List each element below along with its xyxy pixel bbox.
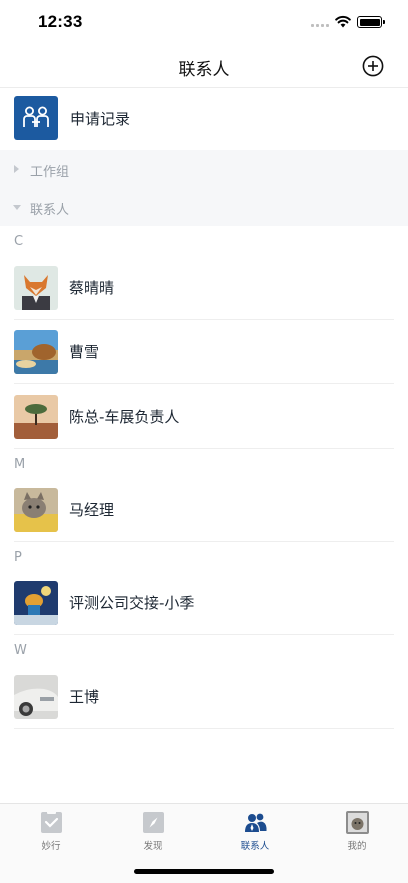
tab-label: 我的 — [347, 841, 367, 852]
avatar — [14, 488, 58, 532]
tab-contacts[interactable]: 联系人 — [204, 804, 306, 854]
contact-row[interactable]: 王博 — [0, 665, 408, 729]
wifi-icon — [335, 15, 351, 28]
contact-name: 评测公司交接-小季 — [69, 594, 195, 612]
group-row-contacts[interactable]: 联系人 — [0, 188, 408, 226]
section-letter: P — [14, 550, 22, 565]
contacts-icon — [245, 813, 267, 832]
page-title: 联系人 — [178, 60, 230, 80]
contact-row[interactable]: 曹雪 — [0, 320, 408, 384]
contact-row[interactable]: 马经理 — [0, 478, 408, 542]
contact-name: 马经理 — [69, 501, 115, 519]
avatar — [14, 266, 58, 310]
compass-icon — [143, 812, 164, 833]
signal-icon — [311, 24, 329, 27]
tab-label: 妙行 — [41, 841, 61, 852]
tab-miaoxing[interactable]: 妙行 — [0, 804, 102, 854]
plus-circle-icon[interactable] — [362, 55, 384, 77]
group-label: 工作组 — [30, 165, 70, 180]
group-label: 联系人 — [30, 203, 70, 218]
row-divider — [14, 383, 394, 384]
row-divider — [14, 728, 394, 729]
tab-mine[interactable]: 我的 — [306, 804, 408, 854]
tab-label: 联系人 — [240, 841, 270, 852]
row-divider — [14, 448, 394, 449]
apply-record-row[interactable]: 申请记录 — [0, 89, 408, 149]
avatar — [14, 675, 58, 719]
chevron-right-icon — [14, 165, 19, 173]
avatar — [14, 395, 58, 439]
nav-bar: 联系人 — [0, 46, 408, 88]
battery-icon — [357, 16, 382, 28]
contact-row[interactable]: 陈总-车展负责人 — [0, 385, 408, 449]
battery-cap — [383, 20, 385, 24]
apply-record-label: 申请记录 — [70, 110, 131, 128]
home-indicator — [134, 869, 274, 874]
tab-discover[interactable]: 发现 — [102, 804, 204, 854]
tab-label: 发现 — [143, 841, 163, 852]
contact-name: 王博 — [69, 688, 100, 706]
status-bar: 12:33 — [0, 0, 408, 46]
row-divider — [14, 541, 394, 542]
status-time: 12:33 — [38, 12, 83, 31]
contact-name: 曹雪 — [69, 343, 100, 361]
group-list: 工作组 联系人 — [0, 150, 408, 226]
contact-name: 陈总-车展负责人 — [69, 408, 180, 426]
clipboard-check-icon — [41, 811, 62, 833]
avatar — [14, 581, 58, 625]
avatar — [14, 330, 58, 374]
chevron-down-icon — [13, 205, 21, 210]
section-letter: C — [14, 234, 24, 249]
row-divider — [14, 634, 394, 635]
section-letter: M — [14, 457, 26, 472]
contact-name: 蔡晴晴 — [69, 279, 115, 297]
apply-record-icon — [14, 96, 58, 140]
group-row-work[interactable]: 工作组 — [0, 150, 408, 188]
contact-row[interactable]: 评测公司交接-小季 — [0, 571, 408, 635]
section-letter: W — [14, 643, 27, 658]
contact-row[interactable]: 蔡晴晴 — [0, 256, 408, 320]
profile-avatar-icon — [346, 811, 369, 834]
